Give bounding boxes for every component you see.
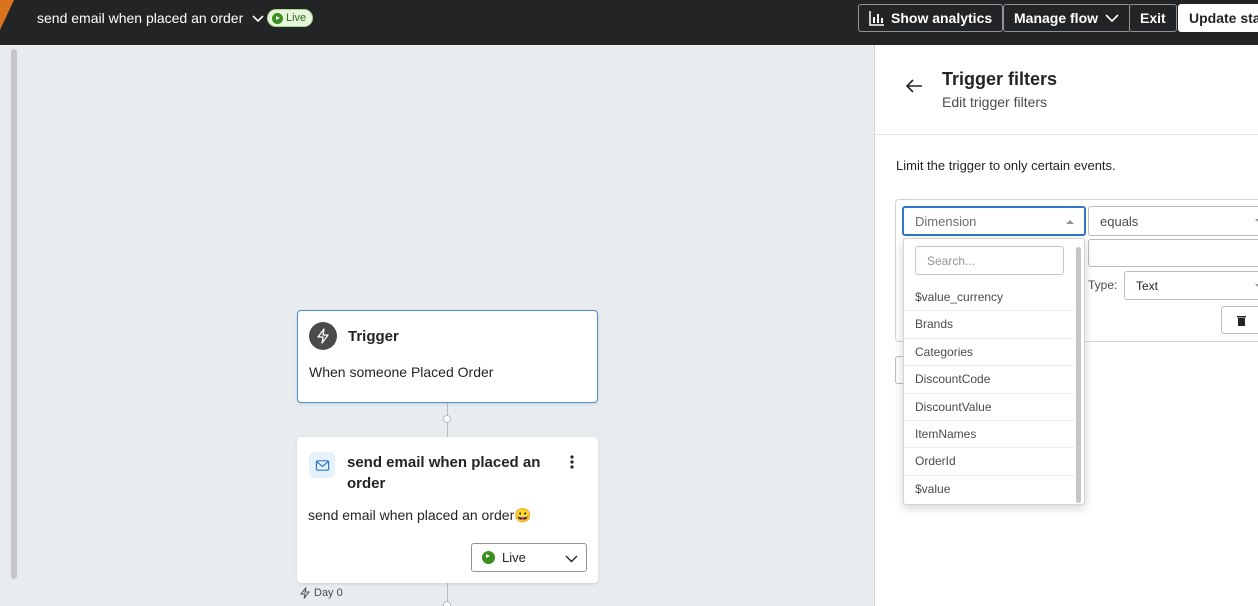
manage-flow-label: Manage flow xyxy=(1014,10,1099,26)
delay-label-text: Day 0 xyxy=(314,587,343,599)
step-status-select[interactable]: Live xyxy=(471,543,587,572)
play-icon xyxy=(482,551,495,564)
dropdown-option[interactable]: ItemNames xyxy=(904,421,1074,449)
flow-name-dropdown[interactable]: send email when placed an order xyxy=(37,10,265,26)
dropdown-search-input[interactable] xyxy=(915,246,1064,275)
delete-filter-button[interactable] xyxy=(1221,306,1258,334)
panel-intro: Limit the trigger to only certain events… xyxy=(896,158,1116,173)
email-step-title: send email when placed an order xyxy=(347,454,541,492)
connector-dot[interactable] xyxy=(443,415,451,423)
lightning-icon xyxy=(309,322,337,350)
chevron-down-icon xyxy=(565,555,578,563)
canvas-scrollbar[interactable] xyxy=(8,49,20,579)
status-badge: Live xyxy=(267,9,314,27)
manage-flow-button[interactable]: Manage flow xyxy=(1003,4,1132,32)
type-value: Text xyxy=(1136,279,1159,293)
update-status-button[interactable]: Update stat xyxy=(1178,4,1258,32)
dropdown-option[interactable]: Categories xyxy=(904,339,1074,367)
dropdown-option[interactable]: $value_currency xyxy=(904,284,1074,312)
dimension-options: $value_currency Brands Categories Discou… xyxy=(904,284,1074,503)
dropdown-option[interactable]: OrderId xyxy=(904,448,1074,476)
panel-header: Trigger filters Edit trigger filters xyxy=(875,45,1258,135)
delay-label: Day 0 xyxy=(299,587,343,599)
lightning-icon xyxy=(299,587,311,599)
trigger-description: When someone Placed Order xyxy=(309,364,494,380)
step-status-label: Live xyxy=(502,550,526,565)
dropdown-option[interactable]: Brands xyxy=(904,311,1074,339)
flow-canvas[interactable]: Trigger When someone Placed Order send e… xyxy=(0,45,874,606)
dimension-placeholder: Dimension xyxy=(915,214,977,229)
type-label: Type: xyxy=(1088,278,1118,292)
filter-value-input[interactable] xyxy=(1088,239,1258,267)
show-analytics-button[interactable]: Show analytics xyxy=(858,4,1004,32)
dropdown-option[interactable]: $value xyxy=(904,476,1074,503)
dropdown-scrollbar[interactable] xyxy=(1076,247,1081,503)
exit-button[interactable]: Exit xyxy=(1129,4,1177,32)
exit-label: Exit xyxy=(1140,10,1166,26)
type-select[interactable]: Text xyxy=(1124,271,1258,300)
top-bar: send email when placed an order Live Sho… xyxy=(0,0,1258,45)
connector-dot[interactable] xyxy=(443,601,451,606)
play-icon xyxy=(272,12,283,24)
chevron-down-icon xyxy=(252,15,264,23)
trash-icon xyxy=(1236,315,1246,326)
operator-value: equals xyxy=(1100,214,1139,229)
chevron-down-icon xyxy=(1105,14,1119,23)
dimension-select[interactable]: Dimension xyxy=(902,206,1086,236)
panel-subtitle: Edit trigger filters xyxy=(942,94,1048,110)
trigger-card[interactable]: Trigger When someone Placed Order xyxy=(297,310,598,403)
bar-chart-icon xyxy=(869,11,884,26)
envelope-icon xyxy=(309,452,335,478)
update-status-label: Update stat xyxy=(1189,10,1258,26)
dropdown-option[interactable]: DiscountValue xyxy=(904,394,1074,421)
flow-name: send email when placed an order xyxy=(37,10,244,26)
trigger-title: Trigger xyxy=(348,328,399,345)
dropdown-option[interactable]: DiscountCode xyxy=(904,366,1074,394)
show-analytics-label: Show analytics xyxy=(891,10,993,26)
arrow-left-icon[interactable] xyxy=(903,75,925,97)
more-options-icon[interactable] xyxy=(562,452,582,472)
dimension-dropdown: $value_currency Brands Categories Discou… xyxy=(903,238,1085,505)
email-step-card[interactable]: send email when placed an order send ema… xyxy=(297,437,598,583)
status-badge-label: Live xyxy=(286,12,307,24)
operator-select[interactable]: equals xyxy=(1088,206,1258,236)
email-step-description: send email when placed an order😀 xyxy=(308,507,532,523)
caret-up-icon xyxy=(1066,220,1074,224)
panel-title: Trigger filters xyxy=(942,69,1058,89)
brand-accent xyxy=(0,0,14,30)
